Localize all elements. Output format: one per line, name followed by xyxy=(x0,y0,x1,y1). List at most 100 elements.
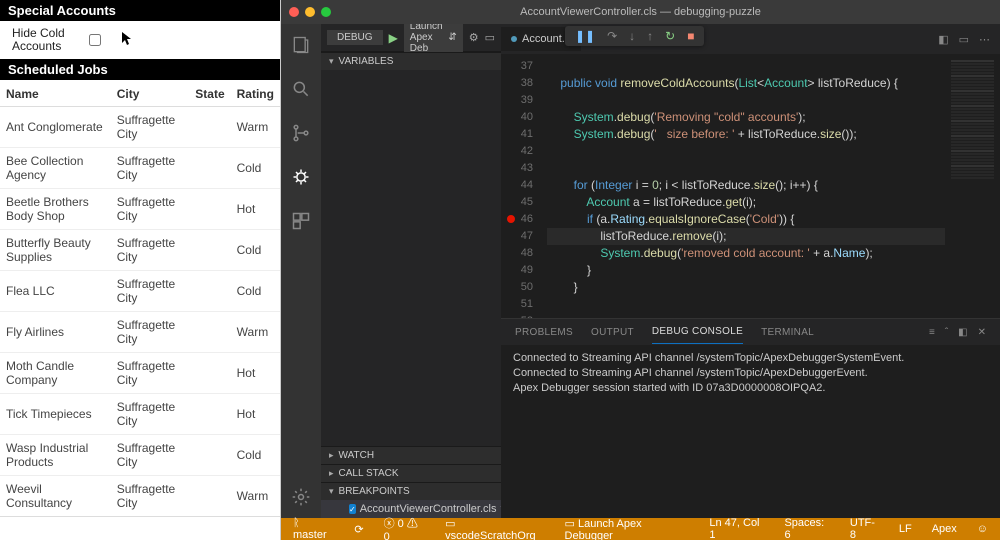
table-row[interactable]: Ant ConglomerateSuffragette CityWarm xyxy=(0,107,280,148)
panel-tabs: PROBLEMS OUTPUT DEBUG CONSOLE TERMINAL ≡… xyxy=(501,319,1000,345)
eol-indicator[interactable]: LF xyxy=(895,523,916,535)
cell-state xyxy=(189,435,230,476)
debug-icon[interactable] xyxy=(290,166,312,188)
explorer-icon[interactable] xyxy=(290,34,312,56)
accounts-table: Name City State Rating Ant ConglomerateS… xyxy=(0,82,280,517)
cell-rating: Cold xyxy=(231,148,280,189)
cell-city: Suffragette City xyxy=(111,230,190,271)
toggle-panel-icon[interactable]: ▭ xyxy=(959,33,969,46)
minimap[interactable] xyxy=(945,54,1000,318)
tab-problems[interactable]: PROBLEMS xyxy=(515,321,573,344)
cell-state xyxy=(189,476,230,517)
cell-rating: Hot xyxy=(231,189,280,230)
callstack-section[interactable]: CALL STACK xyxy=(321,464,501,482)
debug-settings-icon[interactable]: ⚙ xyxy=(469,31,479,44)
debug-config-dropdown[interactable]: Launch Apex Deb ⇵ xyxy=(404,19,463,56)
step-into-icon[interactable]: ↓ xyxy=(629,29,635,43)
activity-bar xyxy=(281,24,321,518)
chevron-updown-icon: ⇵ xyxy=(448,32,456,43)
cell-rating: Warm xyxy=(231,476,280,517)
sync-icon[interactable]: ⟳ xyxy=(350,523,367,536)
more-actions-icon[interactable]: ⋯ xyxy=(979,33,990,46)
step-over-icon[interactable]: ↷ xyxy=(607,29,617,43)
debug-side-panel: DEBUG ▶ Launch Apex Deb ⇵ ⚙ ▭ VARIABLES … xyxy=(321,24,501,518)
file-type-icon xyxy=(511,36,517,42)
tab-output[interactable]: OUTPUT xyxy=(591,321,634,344)
cell-name: Flea LLC xyxy=(0,271,111,312)
table-row[interactable]: Weevil ConsultancySuffragette CityWarm xyxy=(0,476,280,517)
zoom-window-icon[interactable] xyxy=(321,7,331,17)
status-bar: ᚱ master ⟳ ⓧ 0 ⚠ 0 ▭ vscodeScratchOrg ▭ … xyxy=(281,518,1000,540)
cell-state xyxy=(189,107,230,148)
feedback-icon[interactable]: ☺ xyxy=(973,523,992,535)
settings-gear-icon[interactable] xyxy=(290,486,312,508)
code-content[interactable]: public void removeColdAccounts(List<Acco… xyxy=(541,54,945,318)
encoding-indicator[interactable]: UTF-8 xyxy=(846,517,883,541)
debug-run-bar: DEBUG ▶ Launch Apex Deb ⇵ ⚙ ▭ xyxy=(321,24,501,52)
debug-views-icon[interactable]: ▭ xyxy=(485,31,495,44)
extensions-icon[interactable] xyxy=(290,210,312,232)
table-row[interactable]: Beetle Brothers Body ShopSuffragette Cit… xyxy=(0,189,280,230)
editor-actions: ◧ ▭ ⋯ xyxy=(938,33,990,46)
branch-indicator[interactable]: ᚱ master xyxy=(289,517,338,541)
cell-rating: Cold xyxy=(231,435,280,476)
tab-terminal[interactable]: TERMINAL xyxy=(761,321,814,344)
panel-filter-icon[interactable]: ≡ xyxy=(929,327,935,338)
minimize-window-icon[interactable] xyxy=(305,7,315,17)
panel-layout-icon[interactable]: ◧ xyxy=(958,327,967,338)
hide-cold-checkbox[interactable] xyxy=(89,34,101,46)
start-debug-button[interactable]: ▶ xyxy=(389,31,398,45)
table-row[interactable]: Fly AirlinesSuffragette City Warm xyxy=(0,312,280,353)
table-row[interactable]: Wasp Industrial ProductsSuffragette City… xyxy=(0,435,280,476)
debug-console-output[interactable]: Connected to Streaming API channel /syst… xyxy=(501,345,1000,518)
cell-name: Fly Airlines xyxy=(0,312,111,353)
line-gutter: 3738394041424344454647484950515253545556… xyxy=(501,54,541,318)
debugger-indicator[interactable]: ▭ Launch Apex Debugger xyxy=(561,517,692,542)
stop-icon[interactable]: ■ xyxy=(687,29,694,43)
browser-panel: Special Accounts Hide Cold Accounts Sche… xyxy=(0,0,281,540)
cell-state xyxy=(189,148,230,189)
language-indicator[interactable]: Apex xyxy=(928,523,961,535)
cell-city: Suffragette City xyxy=(111,189,190,230)
cell-name: Weevil Consultancy xyxy=(0,476,111,517)
cursor-position[interactable]: Ln 47, Col 1 xyxy=(705,517,768,541)
variables-section[interactable]: VARIABLES xyxy=(321,52,501,70)
close-window-icon[interactable] xyxy=(289,7,299,17)
hide-cold-row: Hide Cold Accounts xyxy=(0,21,280,59)
editor-tab-bar: Account... ❚❚ ↷ ↓ ↑ ↻ ■ ◧ ▭ ⋯ xyxy=(501,24,1000,54)
cell-state xyxy=(189,312,230,353)
table-row[interactable]: Bee Collection AgencySuffragette City Col… xyxy=(0,148,280,189)
cell-city: Suffragette City xyxy=(111,312,190,353)
cell-city: Suffragette City xyxy=(111,148,190,189)
cell-rating: Hot xyxy=(231,394,280,435)
source-control-icon[interactable] xyxy=(290,122,312,144)
restart-icon[interactable]: ↻ xyxy=(665,29,675,43)
indent-indicator[interactable]: Spaces: 6 xyxy=(780,517,833,541)
col-state: State xyxy=(189,82,230,107)
table-row[interactable]: Butterfly Beauty SuppliesSuffragette Cit… xyxy=(0,230,280,271)
cell-city: Suffragette City xyxy=(111,435,190,476)
breakpoints-section[interactable]: BREAKPOINTS xyxy=(321,482,501,500)
search-icon[interactable] xyxy=(290,78,312,100)
step-out-icon[interactable]: ↑ xyxy=(647,29,653,43)
code-editor[interactable]: 3738394041424344454647484950515253545556… xyxy=(501,54,1000,318)
panel-close-icon[interactable]: ✕ xyxy=(978,327,986,338)
cell-rating: Warm xyxy=(231,312,280,353)
cell-rating: Cold xyxy=(231,271,280,312)
debug-toolbar: ❚❚ ↷ ↓ ↑ ↻ ■ xyxy=(565,26,704,46)
cell-name: Bee Collection Agency xyxy=(0,148,111,189)
panel-up-icon[interactable]: ˆ xyxy=(945,327,948,338)
pause-icon[interactable]: ❚❚ xyxy=(575,29,595,43)
cell-name: Wasp Industrial Products xyxy=(0,435,111,476)
table-row[interactable]: Flea LLCSuffragette CityCold xyxy=(0,271,280,312)
hide-cold-label: Hide Cold Accounts xyxy=(12,27,65,53)
split-editor-icon[interactable]: ◧ xyxy=(938,33,948,46)
org-indicator[interactable]: ▭ vscodeScratchOrg xyxy=(441,517,548,542)
tab-debug-console[interactable]: DEBUG CONSOLE xyxy=(652,320,743,344)
table-row[interactable]: Moth Candle CompanySuffragette CityHot xyxy=(0,353,280,394)
watch-section[interactable]: WATCH xyxy=(321,446,501,464)
breakpoint-checkbox[interactable]: ✓ xyxy=(349,504,356,514)
errors-indicator[interactable]: ⓧ 0 ⚠ 0 xyxy=(380,515,430,543)
table-row[interactable]: Tick TimepiecesSuffragette CityHot xyxy=(0,394,280,435)
col-city: City xyxy=(111,82,190,107)
